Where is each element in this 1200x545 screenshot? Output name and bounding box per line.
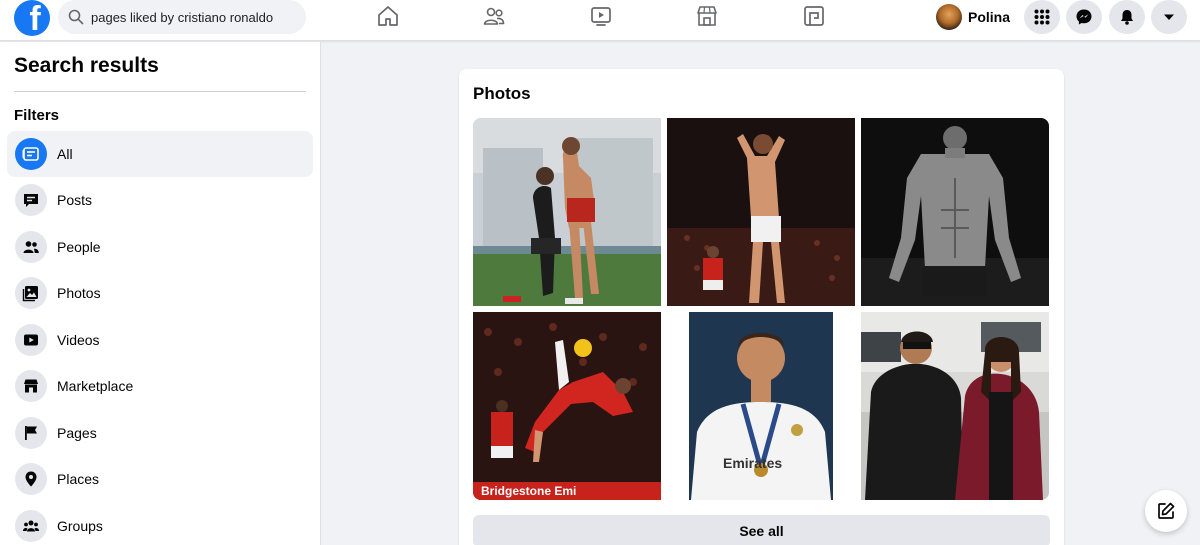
filter-people[interactable]: People: [7, 224, 313, 270]
friends-icon[interactable]: [481, 4, 507, 28]
marketplace-icon: [15, 370, 47, 402]
filter-places[interactable]: Places: [7, 456, 313, 502]
filter-videos[interactable]: Videos: [7, 317, 313, 363]
search-bar[interactable]: [58, 0, 306, 34]
profile-name: Polina: [968, 9, 1011, 25]
filter-posts[interactable]: Posts: [7, 177, 313, 223]
photo-players-embrace[interactable]: [473, 118, 661, 306]
see-all-button[interactable]: See all: [473, 515, 1050, 545]
filter-label: Photos: [57, 285, 101, 301]
avatar: [936, 4, 962, 30]
gaming-icon[interactable]: [801, 4, 827, 28]
facebook-logo[interactable]: f: [14, 0, 50, 36]
videos-icon: [15, 324, 47, 356]
top-navigation-bar: f Polina: [0, 0, 1200, 41]
account-chevron-icon: [1164, 14, 1174, 20]
filter-label: Videos: [57, 332, 100, 348]
marketplace-icon[interactable]: [694, 4, 720, 28]
filter-groups[interactable]: Groups: [7, 503, 313, 545]
notifications-button[interactable]: [1109, 0, 1145, 34]
all-icon: [15, 138, 47, 170]
filter-pages[interactable]: Pages: [7, 410, 313, 456]
profile-button[interactable]: Polina: [936, 2, 1018, 32]
jersey-sponsor-text: Emirates: [723, 455, 782, 471]
divider: [14, 91, 306, 92]
filter-label: Marketplace: [57, 378, 134, 394]
posts-icon: [15, 184, 47, 216]
logo-letter: f: [29, 0, 41, 36]
places-pin-icon: [15, 463, 47, 495]
photo-couple-street[interactable]: [861, 312, 1049, 500]
account-button[interactable]: [1151, 0, 1187, 34]
search-input[interactable]: [91, 9, 301, 25]
messenger-icon: [1076, 9, 1092, 25]
filter-label: Pages: [57, 425, 97, 441]
photos-icon: [15, 277, 47, 309]
photos-heading: Photos: [473, 84, 531, 103]
search-icon: [68, 9, 84, 25]
ad-banner-text: Bridgestone Emi: [481, 484, 576, 498]
filters-heading: Filters: [14, 107, 60, 124]
home-icon[interactable]: [375, 4, 401, 28]
messenger-button[interactable]: [1066, 0, 1102, 34]
pages-flag-icon: [15, 417, 47, 449]
notifications-icon: [1121, 10, 1133, 25]
filter-all[interactable]: All: [7, 131, 313, 177]
photos-card: Photos Bridgestone Emi Emirates See all: [459, 69, 1064, 545]
photo-bicycle-kick[interactable]: Bridgestone Emi: [473, 312, 661, 500]
page-title: Search results: [14, 54, 159, 77]
people-icon: [15, 231, 47, 263]
filter-marketplace[interactable]: Marketplace: [7, 363, 313, 409]
filter-label: All: [57, 146, 73, 162]
photo-celebration-red-kit[interactable]: [667, 118, 855, 306]
search-results-sidebar: Search results Filters All Posts People …: [0, 42, 321, 545]
filter-label: Places: [57, 471, 100, 487]
new-message-button[interactable]: [1145, 490, 1187, 532]
watch-icon[interactable]: [588, 4, 614, 28]
menu-grid-icon: [1034, 9, 1050, 25]
filter-label: Posts: [57, 192, 93, 208]
groups-icon: [15, 510, 47, 542]
photo-white-kit-medal[interactable]: Emirates: [667, 312, 855, 500]
compose-icon: [1158, 502, 1175, 519]
filter-photos[interactable]: Photos: [7, 270, 313, 316]
filter-label: Groups: [57, 518, 103, 534]
filter-label: People: [57, 239, 101, 255]
menu-button[interactable]: [1024, 0, 1060, 34]
photo-shirtless-bw[interactable]: [861, 118, 1049, 306]
